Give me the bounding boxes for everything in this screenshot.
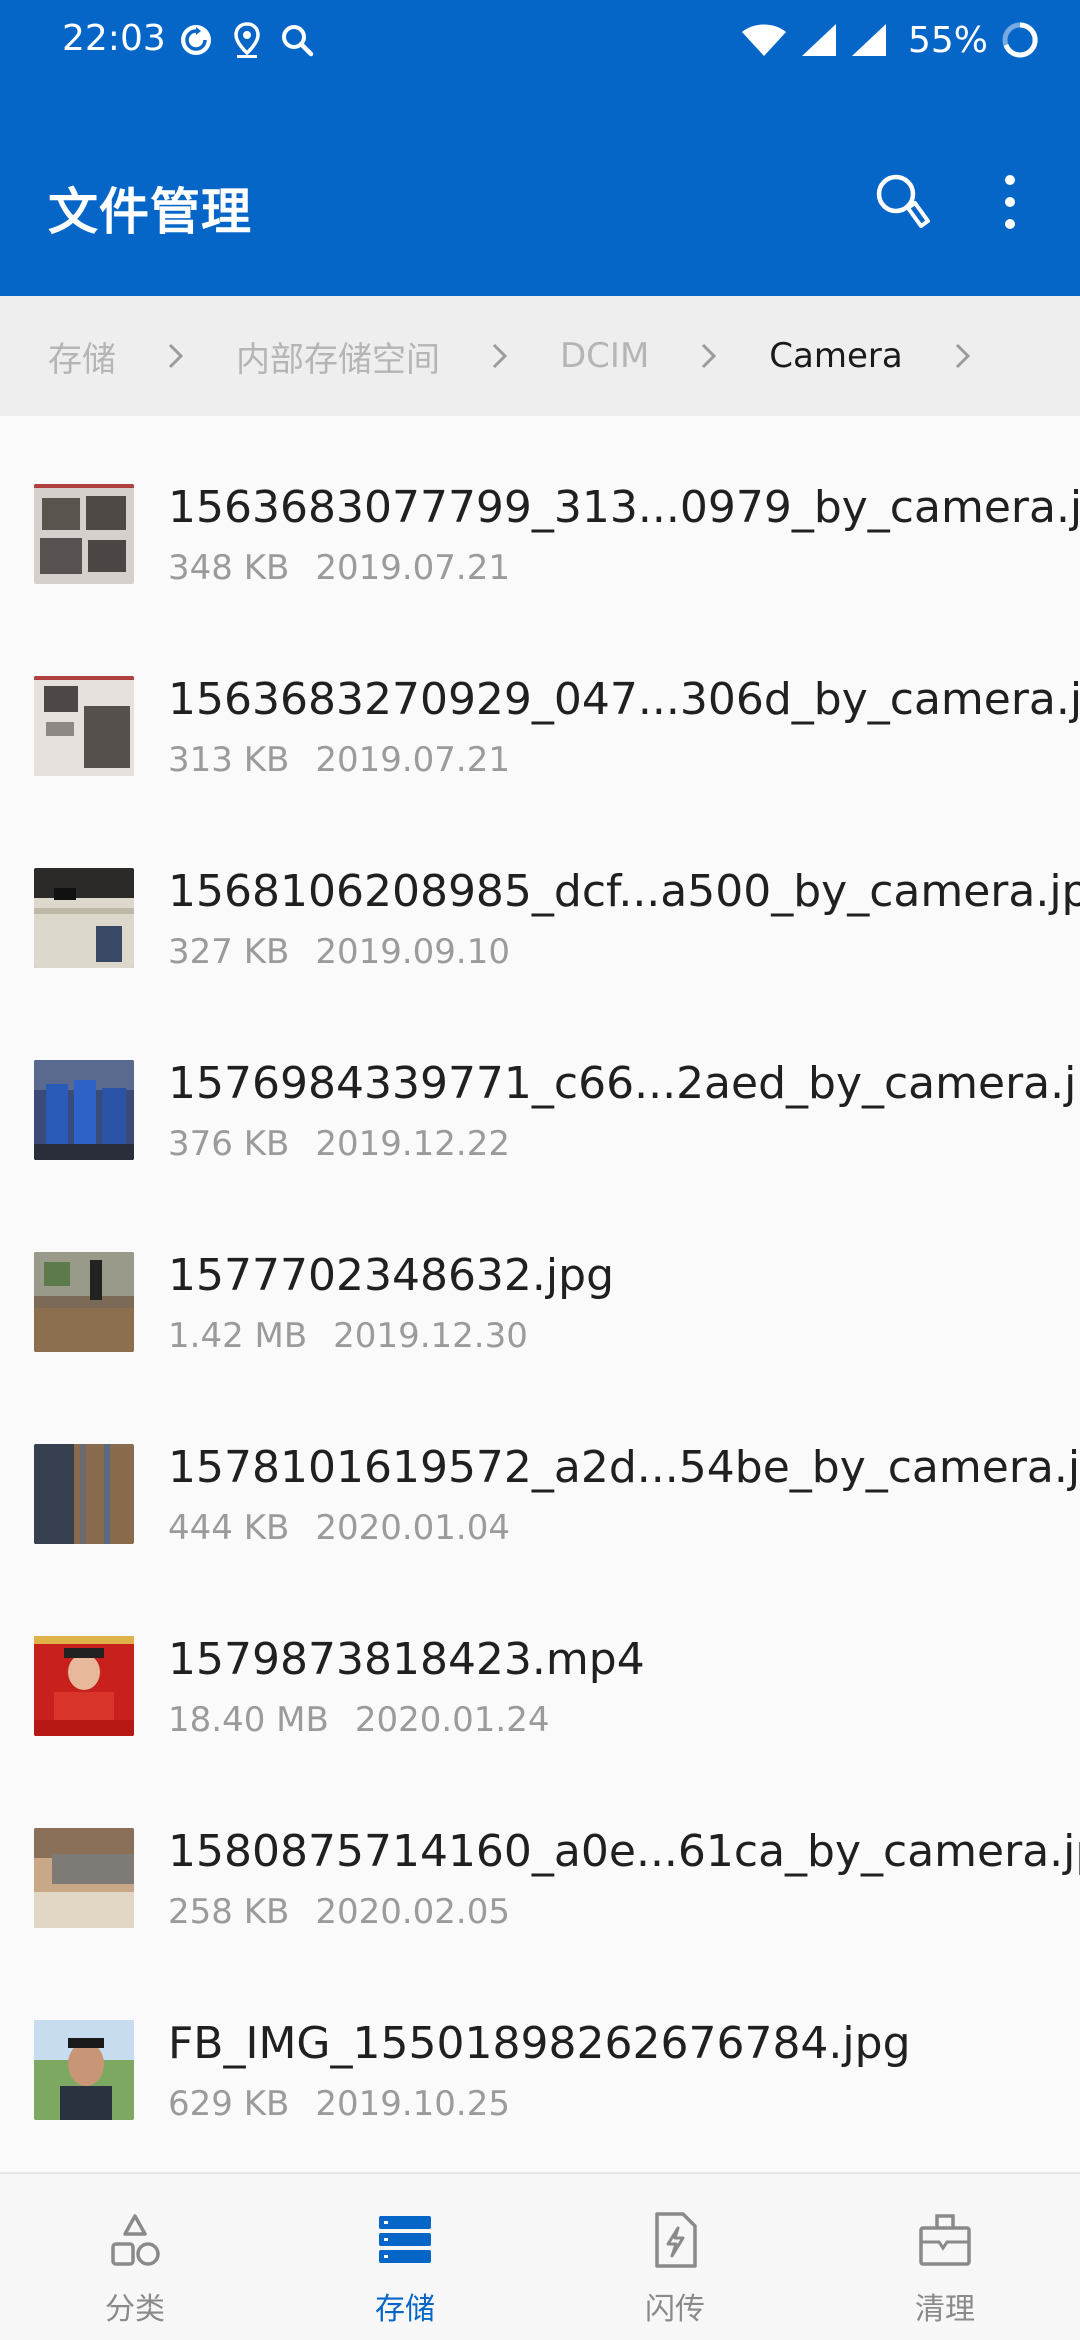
sync-icon <box>181 25 211 55</box>
more-vert-icon[interactable] <box>990 172 1030 232</box>
file-meta: 1.42 MB 2019.12.30 <box>168 1316 528 1356</box>
breadcrumb-item-internal-storage[interactable]: 内部存储空间 <box>236 332 440 381</box>
nav-label: 存储 <box>375 2292 435 2327</box>
file-date: 2019.09.10 <box>315 932 510 972</box>
file-list-item[interactable]: 1563683077799_313...0979_by_camera.jpg 3… <box>0 416 1080 608</box>
file-name: 1579873818423.mp4 <box>168 1634 645 1685</box>
flash-transfer-icon <box>655 2212 697 2268</box>
file-name: 1578101619572_a2d...54be_by_camera.jpg <box>168 1442 1080 1493</box>
search-icon[interactable] <box>872 170 936 234</box>
file-date: 2020.01.04 <box>315 1508 510 1548</box>
file-meta: 327 KB 2019.09.10 <box>168 932 510 972</box>
file-meta: 258 KB 2020.02.05 <box>168 1892 510 1932</box>
file-size: 376 KB <box>168 1124 290 1164</box>
chevron-right-icon <box>677 336 741 376</box>
location-icon <box>234 22 260 58</box>
file-size: 18.40 MB <box>168 1700 329 1740</box>
file-list-item[interactable]: FB_IMG_15501898262676784.jpg 629 KB 2019.… <box>0 1952 1080 2144</box>
file-meta: 444 KB 2020.01.04 <box>168 1508 510 1548</box>
file-list-item[interactable]: 1577702348632.jpg 1.42 MB 2019.12.30 <box>0 1184 1080 1376</box>
status-bar: 22:03 55% <box>0 0 1080 80</box>
file-thumbnail <box>34 1636 134 1736</box>
category-icon <box>111 2214 160 2266</box>
file-size: 348 KB <box>168 548 290 588</box>
file-date: 2019.07.21 <box>315 740 510 780</box>
file-size: 1.42 MB <box>168 1316 308 1356</box>
status-time: 22:03 <box>62 18 166 59</box>
file-name: 1568106208985_dcf...a500_by_camera.jpg <box>168 866 1080 917</box>
file-size: 313 KB <box>168 740 290 780</box>
file-list-item[interactable]: 1563683270929_047...306d_by_camera.jpg 3… <box>0 608 1080 800</box>
file-list-item[interactable]: 1579873818423.mp4 18.40 MB 2020.01.24 <box>0 1568 1080 1760</box>
nav-item-clean[interactable]: 清理 <box>810 2174 1080 2340</box>
breadcrumb-item-storage[interactable]: 存储 <box>48 332 116 381</box>
file-thumbnail <box>34 484 134 584</box>
signal-icon <box>851 24 886 56</box>
file-thumbnail <box>34 1828 134 1928</box>
status-icons-right: 55% <box>740 18 1040 62</box>
file-size: 629 KB <box>168 2084 290 2124</box>
file-size: 444 KB <box>168 1508 290 1548</box>
file-name: 1576984339771_c66...2aed_by_camera.jpg <box>168 1058 1080 1109</box>
search-icon <box>282 25 314 57</box>
battery-ring-icon <box>1002 22 1038 58</box>
file-size: 258 KB <box>168 1892 290 1932</box>
file-list-item[interactable]: 1580875714160_a0e...61ca_by_camera.jpg 2… <box>0 1760 1080 1952</box>
breadcrumb-item-dcim[interactable]: DCIM <box>560 336 649 376</box>
breadcrumb-item-camera[interactable]: Camera <box>769 336 902 376</box>
file-name: 1580875714160_a0e...61ca_by_camera.jpg <box>168 1826 1080 1877</box>
nav-label: 分类 <box>105 2292 165 2327</box>
file-thumbnail <box>34 868 134 968</box>
nav-label: 清理 <box>915 2292 975 2327</box>
file-meta: 376 KB 2019.12.22 <box>168 1124 510 1164</box>
chevron-right-icon <box>931 336 995 376</box>
clean-icon <box>919 2214 971 2266</box>
file-name: 1563683077799_313...0979_by_camera.jpg <box>168 482 1080 533</box>
file-name: FB_IMG_15501898262676784.jpg <box>168 2018 911 2069</box>
file-list-item[interactable]: 1568106208985_dcf...a500_by_camera.jpg 3… <box>0 800 1080 992</box>
status-icons-left <box>178 20 314 60</box>
file-name: 1563683270929_047...306d_by_camera.jpg <box>168 674 1080 725</box>
file-date: 2019.07.21 <box>315 548 510 588</box>
file-manager-screen: 22:03 55% 文件管理 存储 内部存储空间 DCIM Camera 156… <box>0 0 1080 2340</box>
storage-icon <box>379 2216 431 2263</box>
file-date: 2020.01.24 <box>354 1700 550 1740</box>
bottom-nav: 分类 存储 闪传 清理 <box>0 2172 1080 2340</box>
file-list: 1563683077799_313...0979_by_camera.jpg 3… <box>0 416 1080 2172</box>
nav-item-category[interactable]: 分类 <box>0 2174 270 2340</box>
file-thumbnail <box>34 1060 134 1160</box>
file-meta: 313 KB 2019.07.21 <box>168 740 510 780</box>
file-thumbnail <box>34 2020 134 2120</box>
file-thumbnail <box>34 1252 134 1352</box>
file-date: 2019.12.22 <box>315 1124 510 1164</box>
signal-icon <box>801 24 836 56</box>
file-date: 2020.02.05 <box>315 1892 510 1932</box>
header: 22:03 55% 文件管理 <box>0 0 1080 296</box>
nav-item-storage[interactable]: 存储 <box>270 2174 540 2340</box>
chevron-right-icon <box>468 336 532 376</box>
file-meta: 18.40 MB 2020.01.24 <box>168 1700 549 1740</box>
file-size: 327 KB <box>168 932 290 972</box>
file-date: 2019.12.30 <box>333 1316 528 1356</box>
file-meta: 348 KB 2019.07.21 <box>168 548 510 588</box>
file-name: 1577702348632.jpg <box>168 1250 614 1301</box>
wifi-icon <box>741 24 786 56</box>
page-title: 文件管理 <box>48 183 252 241</box>
file-list-item[interactable]: 1576984339771_c66...2aed_by_camera.jpg 3… <box>0 992 1080 1184</box>
file-thumbnail <box>34 676 134 776</box>
file-thumbnail <box>34 1444 134 1544</box>
nav-label: 闪传 <box>645 2292 705 2327</box>
file-list-item[interactable]: 1578101619572_a2d...54be_by_camera.jpg 4… <box>0 1376 1080 1568</box>
nav-item-flash-transfer[interactable]: 闪传 <box>540 2174 810 2340</box>
breadcrumb: 存储 内部存储空间 DCIM Camera <box>0 296 1080 416</box>
file-meta: 629 KB 2019.10.25 <box>168 2084 510 2124</box>
chevron-right-icon <box>144 336 208 376</box>
file-date: 2019.10.25 <box>315 2084 510 2124</box>
battery-percent: 55% <box>907 19 988 61</box>
